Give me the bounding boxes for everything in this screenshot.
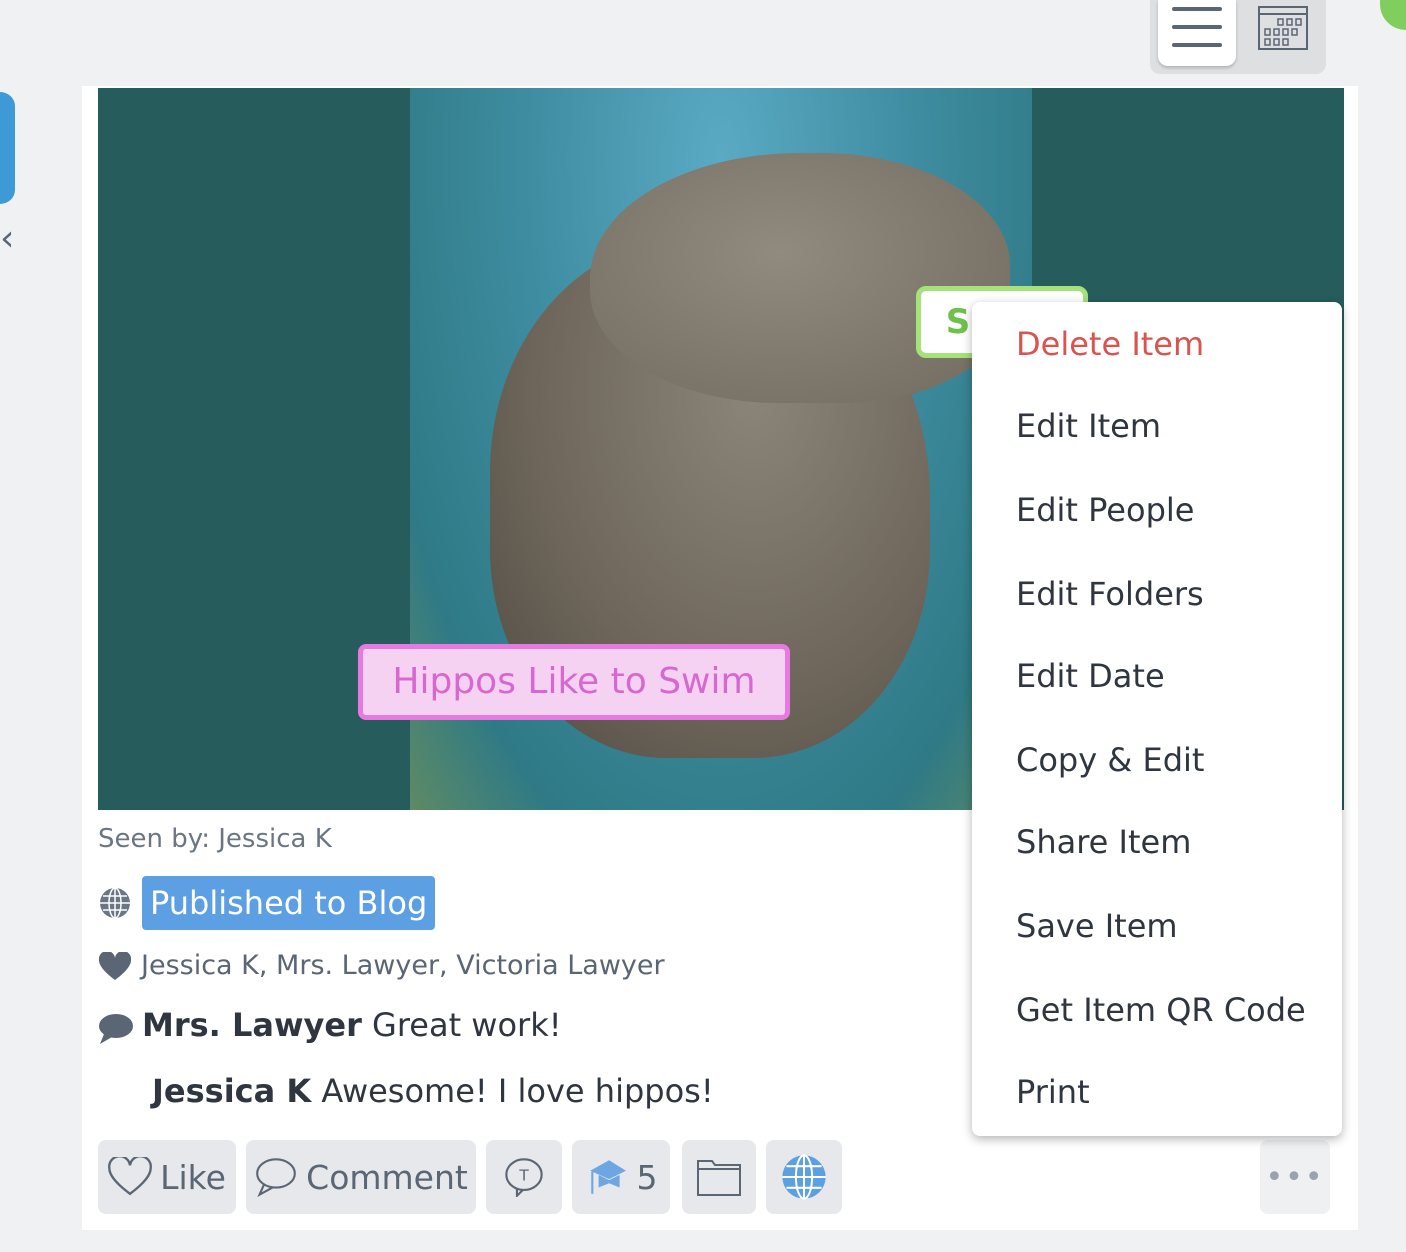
folders-button[interactable] [682, 1140, 756, 1214]
menu-item-edit-date[interactable]: Edit Date [1016, 656, 1165, 696]
hamburger-icon [1172, 7, 1222, 11]
more-options-button[interactable]: ••• [1260, 1140, 1330, 1214]
menu-item-save-item[interactable]: Save Item [1016, 906, 1178, 946]
comment-text: Great work! [372, 1006, 562, 1044]
hamburger-icon [1172, 43, 1222, 47]
comment-author: Jessica K [152, 1072, 312, 1110]
teacher-comment-icon: T [505, 1158, 543, 1197]
chevron-left-icon[interactable]: ‹ [0, 218, 14, 259]
avatar[interactable] [0, 92, 15, 204]
comment-reply: Jessica K Awesome! I love hippos! [152, 1072, 714, 1110]
status-circle [1380, 0, 1406, 30]
hamburger-icon [1172, 25, 1222, 29]
comment-button[interactable]: Comment [246, 1140, 476, 1214]
menu-item-share-item[interactable]: Share Item [1016, 822, 1191, 862]
comment-outline-icon [256, 1158, 297, 1197]
svg-text:T: T [518, 1167, 529, 1185]
published-badge[interactable]: Published to Blog [142, 876, 436, 930]
seen-by: Seen by: Jessica K [98, 824, 332, 854]
list-view-button[interactable] [1158, 0, 1236, 66]
like-label: Like [160, 1157, 226, 1197]
hippo-head [590, 153, 1010, 403]
heart-outline-icon [108, 1157, 152, 1196]
comment: Mrs. Lawyer Great work! [142, 1006, 562, 1044]
menu-item-delete-item[interactable]: Delete Item [1016, 324, 1204, 364]
folder-icon [697, 1160, 741, 1196]
menu-item-qr-code[interactable]: Get Item QR Code [1016, 990, 1306, 1030]
menu-item-edit-item[interactable]: Edit Item [1016, 406, 1161, 446]
graduation-cap-icon [589, 1160, 626, 1194]
likers-list: Jessica K, Mrs. Lawyer, Victoria Lawyer [141, 950, 665, 981]
comment-text: Awesome! I love hippos! [321, 1072, 714, 1110]
comment-icon [99, 1014, 133, 1044]
comment-label: Comment [306, 1157, 468, 1197]
skills-count: 5 [636, 1157, 658, 1197]
skills-button[interactable]: 5 [572, 1140, 670, 1214]
heart-icon [98, 952, 132, 980]
calendar-icon[interactable] [1257, 2, 1311, 52]
publish-button[interactable] [766, 1140, 842, 1214]
ellipsis-icon: ••• [1265, 1159, 1325, 1195]
globe-icon [782, 1154, 826, 1200]
menu-item-copy-edit[interactable]: Copy & Edit [1016, 740, 1204, 780]
teacher-comment-button[interactable]: T [486, 1140, 562, 1214]
like-button[interactable]: Like [98, 1140, 236, 1214]
context-menu: Delete Item Edit Item Edit People Edit F… [972, 302, 1342, 1136]
comment-author: Mrs. Lawyer [142, 1006, 362, 1044]
menu-item-print[interactable]: Print [1016, 1072, 1090, 1112]
menu-item-edit-people[interactable]: Edit People [1016, 490, 1194, 530]
globe-icon [100, 887, 130, 919]
menu-item-edit-folders[interactable]: Edit Folders [1016, 574, 1204, 614]
caption-label: Hippos Like to Swim [358, 644, 790, 720]
